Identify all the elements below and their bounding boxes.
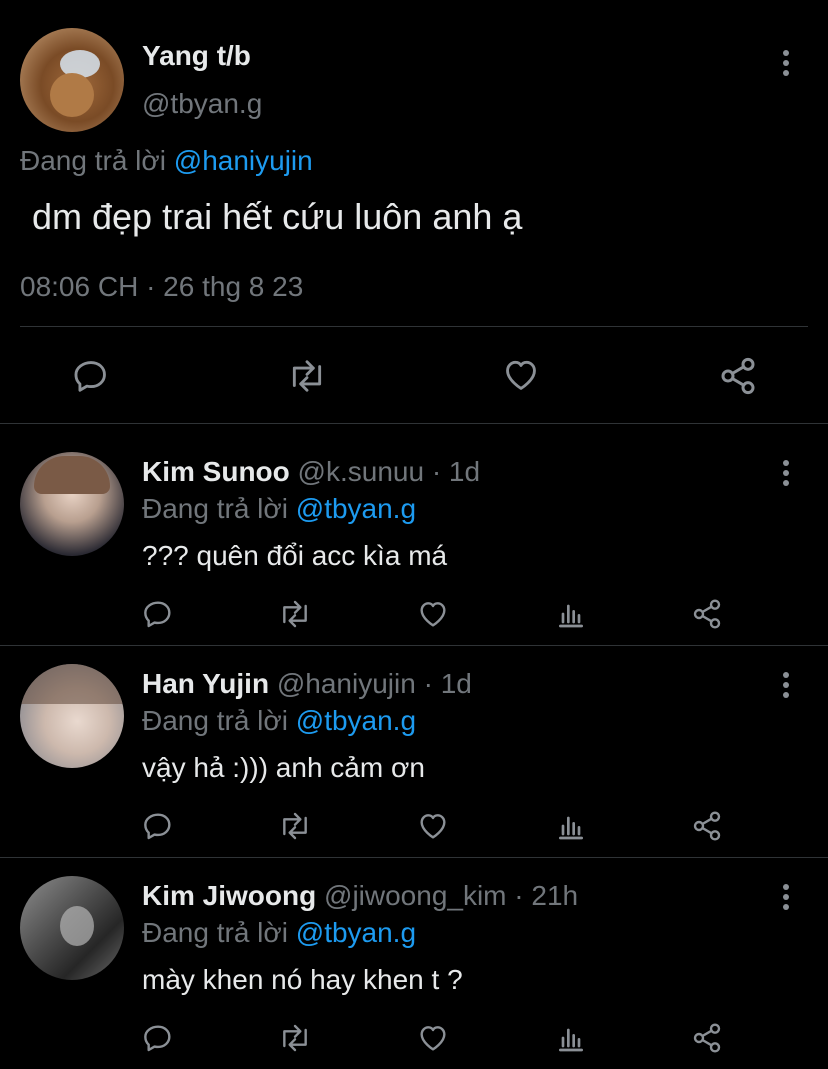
avatar[interactable] — [20, 876, 124, 980]
handle[interactable]: @jiwoong_kim — [324, 880, 507, 911]
reply-header: Han Yujin @haniyujin · 1d — [142, 668, 472, 700]
timestamp: 08:06 CH · 26 thg 8 23 — [20, 271, 304, 302]
reply-icon[interactable] — [72, 357, 110, 395]
more-options-icon[interactable] — [781, 672, 791, 698]
more-options-icon[interactable] — [781, 50, 791, 76]
avatar[interactable] — [20, 452, 124, 556]
reply-to-link[interactable]: @tbyan.g — [296, 705, 416, 736]
reply-prefix: Đang trả lời — [142, 917, 288, 948]
reply-header: Kim Jiwoong @jiwoong_kim · 21h — [142, 880, 578, 912]
divider — [0, 857, 828, 858]
divider — [0, 645, 828, 646]
tweet-text: dm đẹp trai hết cứu luôn anh ạ — [32, 196, 523, 237]
avatar[interactable] — [20, 28, 124, 132]
tweet-text: ??? quên đổi acc kìa má — [142, 540, 448, 571]
display-name[interactable]: Kim Sunoo — [142, 456, 290, 487]
analytics-icon[interactable] — [555, 598, 587, 630]
divider — [0, 423, 828, 424]
tweet-text: mày khen nó hay khen t ? — [142, 964, 463, 995]
like-icon[interactable] — [416, 598, 450, 630]
divider — [20, 326, 808, 327]
display-name[interactable]: Kim Jiwoong — [142, 880, 316, 911]
reply-to-link[interactable]: @haniyujin — [174, 145, 313, 176]
share-icon[interactable] — [691, 598, 723, 630]
post-time: · 1d — [431, 456, 481, 487]
reply-context: Đang trả lời @tbyan.g — [142, 705, 416, 737]
reply-prefix: Đang trả lời — [142, 493, 288, 524]
retweet-icon[interactable] — [277, 1022, 313, 1054]
more-options-icon[interactable] — [781, 884, 791, 910]
reply-icon[interactable] — [142, 598, 174, 630]
retweet-icon[interactable] — [277, 598, 313, 630]
reply-to-link[interactable]: @tbyan.g — [296, 493, 416, 524]
reply-context: Đang trả lời @tbyan.g — [142, 493, 416, 525]
like-icon[interactable] — [416, 1022, 450, 1054]
reply-header: Kim Sunoo @k.sunuu · 1d — [142, 456, 480, 488]
more-options-icon[interactable] — [781, 460, 791, 486]
reply-context: Đang trả lời @tbyan.g — [142, 917, 416, 949]
reply-to-link[interactable]: @tbyan.g — [296, 917, 416, 948]
share-icon[interactable] — [691, 810, 723, 842]
display-name[interactable]: Yang t/b — [142, 40, 251, 72]
handle[interactable]: @tbyan.g — [142, 88, 262, 120]
post-time: · 1d — [423, 668, 472, 699]
like-icon[interactable] — [501, 356, 541, 394]
retweet-icon[interactable] — [286, 357, 328, 395]
reply-prefix: Đang trả lời — [142, 705, 288, 736]
handle[interactable]: @haniyujin — [277, 668, 416, 699]
post-time: · 21h — [514, 880, 579, 911]
reply-context: Đang trả lời @haniyujin — [20, 145, 313, 177]
analytics-icon[interactable] — [555, 810, 587, 842]
share-icon[interactable] — [718, 356, 758, 396]
avatar[interactable] — [20, 664, 124, 768]
analytics-icon[interactable] — [555, 1022, 587, 1054]
handle[interactable]: @k.sunuu — [298, 456, 425, 487]
share-icon[interactable] — [691, 1022, 723, 1054]
reply-icon[interactable] — [142, 1022, 174, 1054]
like-icon[interactable] — [416, 810, 450, 842]
display-name[interactable]: Han Yujin — [142, 668, 269, 699]
reply-prefix: Đang trả lời — [20, 145, 166, 176]
retweet-icon[interactable] — [277, 810, 313, 842]
reply-icon[interactable] — [142, 810, 174, 842]
tweet-text: vậy hả :))) anh cảm ơn — [142, 752, 425, 783]
